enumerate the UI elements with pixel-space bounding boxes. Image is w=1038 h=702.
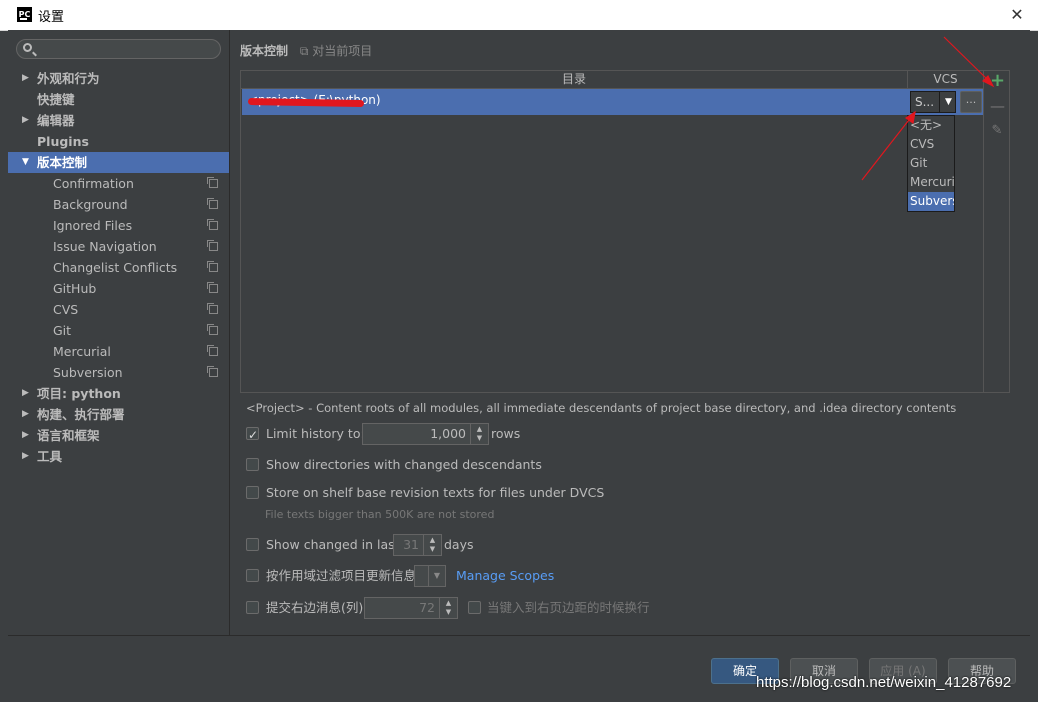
arrowhead-icon [981,74,995,88]
arrow-to-add-icon [943,36,991,83]
annotation-arrows [861,36,995,181]
watermark: https://blog.csdn.net/weixin_41287692 [756,674,1012,691]
arrow-to-vcs-select [861,115,913,181]
